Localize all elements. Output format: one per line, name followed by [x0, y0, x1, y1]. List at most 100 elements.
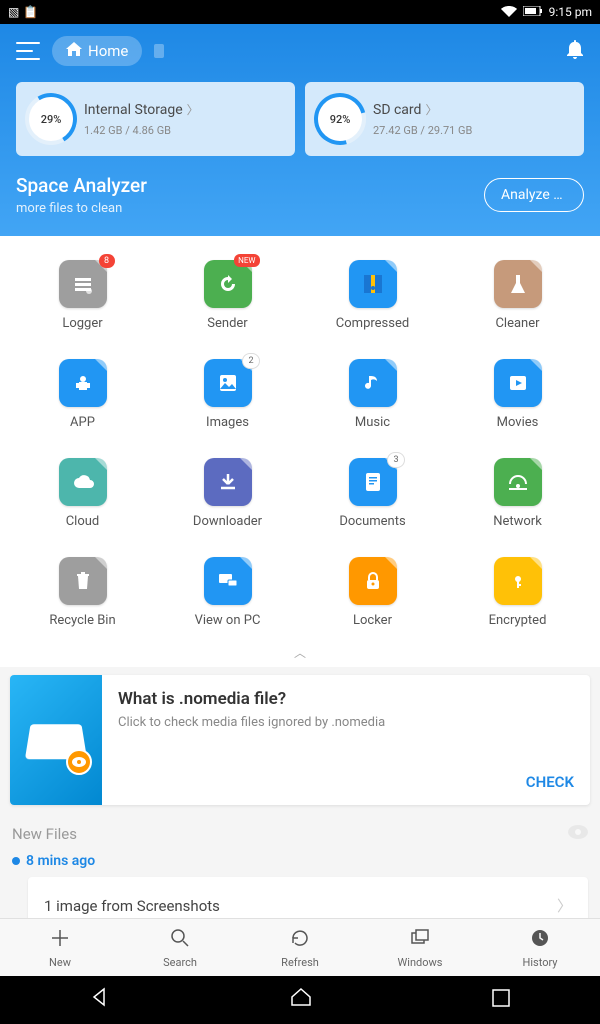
tool-label: Recycle Bin	[49, 613, 115, 628]
bottom-refresh[interactable]: Refresh	[240, 919, 360, 976]
bottom-label: Refresh	[281, 956, 319, 969]
bottom-history[interactable]: History	[480, 919, 600, 976]
tool-cloud[interactable]: Cloud	[20, 458, 145, 529]
home-tab[interactable]: Home	[52, 36, 142, 66]
tool-icon	[59, 458, 107, 506]
chevron-right-icon: 〉	[425, 101, 437, 118]
recent-button[interactable]	[492, 988, 510, 1013]
tool-icon	[494, 557, 542, 605]
home-icon	[66, 42, 82, 60]
tool-cleaner[interactable]: Cleaner	[455, 260, 580, 331]
bottom-new[interactable]: New	[0, 919, 120, 976]
tool-label: Logger	[62, 316, 102, 331]
history-icon	[529, 927, 551, 954]
tool-icon: 8	[59, 260, 107, 308]
tool-compressed[interactable]: Compressed	[310, 260, 435, 331]
tool-documents[interactable]: 3Documents	[310, 458, 435, 529]
home-button[interactable]	[290, 987, 312, 1013]
tool-icon	[349, 359, 397, 407]
back-button[interactable]	[90, 987, 110, 1013]
tool-music[interactable]: Music	[310, 359, 435, 430]
tool-icon	[59, 557, 107, 605]
tool-locker[interactable]: Locker	[310, 557, 435, 628]
eye-badge-icon	[66, 749, 92, 775]
analyze-button[interactable]: Analyze N…	[484, 178, 584, 212]
badge: 3	[387, 452, 404, 468]
chevron-right-icon: 〉	[187, 101, 199, 118]
tool-icon	[494, 359, 542, 407]
storage-ring: 29%	[28, 96, 74, 142]
badge: 2	[242, 353, 259, 369]
tool-label: Images	[206, 415, 249, 430]
wifi-icon	[501, 5, 517, 20]
time-label: 8 mins ago	[12, 853, 588, 869]
home-label: Home	[88, 42, 128, 60]
tab-indicator[interactable]	[154, 44, 164, 58]
bottom-toolbar: New Search Refresh Windows History	[0, 918, 600, 976]
tool-icon	[349, 260, 397, 308]
tool-network[interactable]: Network	[455, 458, 580, 529]
tool-label: Cloud	[66, 514, 100, 529]
badge: 8	[99, 254, 115, 268]
file-row-text: 1 image from Screenshots	[44, 897, 220, 915]
time-dot-icon	[12, 857, 20, 865]
notification-bell-icon[interactable]	[566, 39, 584, 64]
tool-label: Downloader	[193, 514, 262, 529]
storage-ring: 92%	[317, 96, 363, 142]
bottom-search[interactable]: Search	[120, 919, 240, 976]
info-card-image	[10, 675, 102, 805]
tool-sender[interactable]: NEW Sender	[165, 260, 290, 331]
bottom-label: History	[523, 956, 558, 969]
tool-label: Network	[493, 514, 542, 529]
tool-icon	[59, 359, 107, 407]
tool-recycle-bin[interactable]: Recycle Bin	[20, 557, 145, 628]
android-status-bar: ▧ 📋 9:15 pm	[0, 0, 600, 24]
tool-images[interactable]: 2Images	[165, 359, 290, 430]
tool-label: View on PC	[195, 613, 261, 628]
storage-title: Internal Storage	[84, 102, 183, 118]
clipboard-icon: 📋	[23, 5, 38, 19]
tool-icon	[349, 557, 397, 605]
android-nav-bar	[0, 976, 600, 1024]
search-icon	[169, 927, 191, 954]
menu-button[interactable]	[16, 42, 40, 60]
new-icon	[49, 927, 71, 954]
internal-storage-card[interactable]: 29% Internal Storage〉 1.42 GB / 4.86 GB	[16, 82, 295, 156]
new-files-heading: New Files	[12, 825, 77, 843]
collapse-arrow-icon[interactable]: ︿	[0, 638, 600, 667]
tool-encrypted[interactable]: Encrypted	[455, 557, 580, 628]
tool-label: Cleaner	[495, 316, 539, 331]
new-files-section: New Files 8 mins ago 1 image from Screen…	[0, 813, 600, 934]
refresh-icon	[289, 927, 311, 954]
tool-logger[interactable]: 8 Logger	[20, 260, 145, 331]
tool-icon	[494, 458, 542, 506]
bottom-label: New	[49, 956, 71, 969]
tool-label: Movies	[497, 415, 539, 430]
bottom-windows[interactable]: Windows	[360, 919, 480, 976]
status-time: 9:15 pm	[549, 5, 592, 19]
nomedia-info-card[interactable]: What is .nomedia file? Click to check me…	[10, 675, 590, 805]
info-description: Click to check media files ignored by .n…	[118, 715, 574, 763]
tool-app[interactable]: APP	[20, 359, 145, 430]
tool-movies[interactable]: Movies	[455, 359, 580, 430]
tool-label: Music	[355, 415, 390, 430]
badge: NEW	[234, 254, 259, 267]
analyzer-title: Space Analyzer	[16, 174, 147, 197]
tool-label: Encrypted	[489, 613, 547, 628]
app-header: Home 29% Internal Storage〉 1.42 GB / 4.8…	[0, 24, 600, 236]
bottom-label: Windows	[398, 956, 443, 969]
tool-icon	[494, 260, 542, 308]
tool-label: Documents	[339, 514, 405, 529]
tool-view-on-pc[interactable]: View on PC	[165, 557, 290, 628]
storage-size: 1.42 GB / 4.86 GB	[84, 124, 283, 137]
tool-label: Sender	[207, 316, 247, 331]
sd-card-card[interactable]: 92% SD card〉 27.42 GB / 29.71 GB	[305, 82, 584, 156]
tool-icon	[204, 458, 252, 506]
tool-downloader[interactable]: Downloader	[165, 458, 290, 529]
windows-icon	[409, 927, 431, 954]
check-button[interactable]: CHECK	[118, 773, 574, 791]
visibility-icon[interactable]	[568, 825, 588, 843]
tool-icon: NEW	[204, 260, 252, 308]
info-title: What is .nomedia file?	[118, 689, 574, 709]
tool-label: APP	[70, 415, 95, 430]
